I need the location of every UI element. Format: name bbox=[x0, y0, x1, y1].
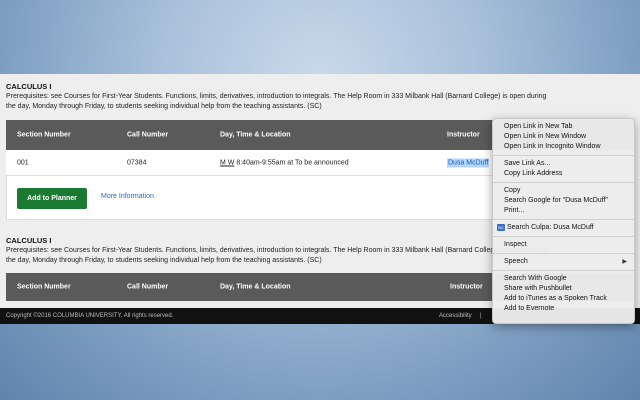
menu-inspect[interactable]: Inspect bbox=[493, 240, 634, 250]
header-section-number: Section Number bbox=[17, 131, 71, 139]
menu-separator bbox=[493, 236, 634, 237]
day-time-location: M W 8:40am-9:55am at To be announced bbox=[220, 159, 349, 166]
header-day-time-location: Day, Time & Location bbox=[220, 283, 291, 291]
menu-open-incognito[interactable]: Open Link in Incognito Window bbox=[493, 142, 634, 152]
menu-add-evernote[interactable]: Add to Evernote bbox=[493, 304, 634, 314]
menu-open-new-window[interactable]: Open Link in New Window bbox=[493, 132, 634, 142]
header-instructor: Instructor bbox=[450, 283, 483, 291]
menu-add-itunes[interactable]: Add to iTunes as a Spoken Track bbox=[493, 294, 634, 304]
header-day-time-location: Day, Time & Location bbox=[220, 131, 291, 139]
meeting-days: M W bbox=[220, 159, 235, 166]
menu-separator bbox=[493, 182, 634, 183]
menu-search-culpa[interactable]: BC Search Culpa: Dusa McDuff bbox=[493, 223, 634, 233]
header-call-number: Call Number bbox=[127, 131, 169, 139]
section-number: 001 bbox=[17, 159, 29, 166]
menu-share-pushbullet[interactable]: Share with Pushbullet bbox=[493, 284, 634, 294]
culpa-icon: BC bbox=[497, 223, 505, 231]
menu-copy[interactable]: Copy bbox=[493, 186, 634, 196]
menu-print[interactable]: Print... bbox=[493, 206, 634, 216]
course-description: Prerequisites: see Courses for First-Yea… bbox=[6, 93, 547, 110]
course-title: CALCULUS I bbox=[6, 236, 52, 245]
menu-open-new-tab[interactable]: Open Link in New Tab bbox=[493, 122, 634, 132]
header-call-number: Call Number bbox=[127, 283, 169, 291]
header-instructor: Instructor bbox=[447, 131, 480, 139]
accessibility-link[interactable]: Accessibility bbox=[439, 313, 472, 319]
add-to-planner-button[interactable]: Add to Planner bbox=[17, 188, 87, 209]
call-number: 07384 bbox=[127, 159, 147, 166]
header-section-number: Section Number bbox=[17, 283, 71, 291]
menu-search-with-google[interactable]: Search With Google bbox=[493, 274, 634, 284]
more-information-link[interactable]: More Information bbox=[101, 193, 154, 200]
menu-separator bbox=[493, 219, 634, 220]
context-menu: Open Link in New Tab Open Link in New Wi… bbox=[492, 118, 635, 324]
menu-separator bbox=[493, 253, 634, 254]
instructor-link[interactable]: Dusa McDuff bbox=[447, 158, 490, 167]
footer-divider: | bbox=[480, 313, 482, 319]
copyright-text: Copyright ©2016 COLUMBIA UNIVERSITY. All… bbox=[6, 313, 174, 319]
course-title: CALCULUS I bbox=[6, 82, 52, 91]
menu-separator bbox=[493, 270, 634, 271]
menu-search-google[interactable]: Search Google for “Dusa McDuff” bbox=[493, 196, 634, 206]
menu-speech[interactable]: Speech ▶ bbox=[493, 257, 634, 267]
submenu-arrow-icon: ▶ bbox=[622, 259, 627, 265]
menu-copy-link[interactable]: Copy Link Address bbox=[493, 169, 634, 179]
menu-separator bbox=[493, 155, 634, 156]
menu-save-link[interactable]: Save Link As... bbox=[493, 159, 634, 169]
